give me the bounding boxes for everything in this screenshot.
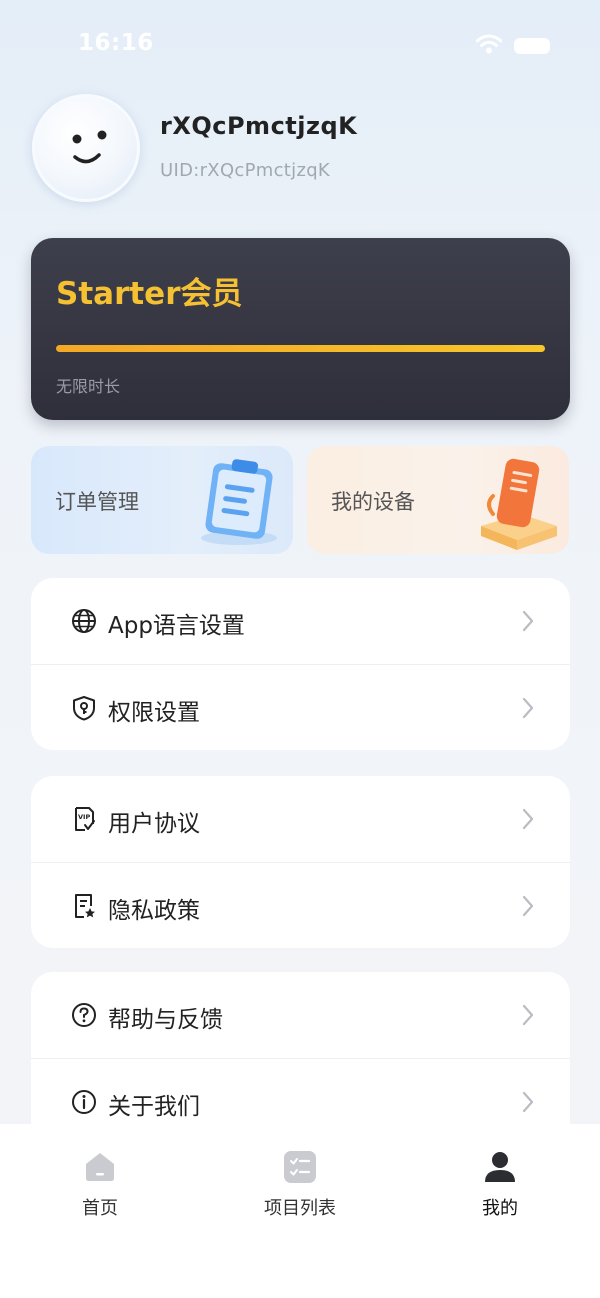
profile-header: rXQcPmctjzqK UID:rXQcPmctjzqK <box>32 94 572 204</box>
tab-project-list-label: 项目列表 <box>264 1198 336 1219</box>
help-feedback-label: 帮助与反馈 <box>108 1007 223 1033</box>
chevron-right-icon <box>522 895 534 921</box>
document-star-icon <box>71 893 97 919</box>
user-icon <box>440 1150 560 1184</box>
help-feedback-row[interactable]: 帮助与反馈 <box>31 972 570 1058</box>
home-icon <box>40 1150 160 1184</box>
language-settings-row[interactable]: App语言设置 <box>31 578 570 664</box>
settings-group: App语言设置 权限设置 <box>31 578 570 750</box>
clipboard-icon <box>195 452 285 552</box>
chevron-right-icon <box>522 610 534 636</box>
chevron-right-icon <box>522 1004 534 1030</box>
my-devices-card[interactable]: 我的设备 <box>307 446 569 554</box>
membership-progress-bar <box>56 345 545 352</box>
device-icon <box>471 452 561 554</box>
checklist-icon <box>240 1150 360 1184</box>
battery-icon <box>514 38 550 54</box>
user-uid: UID:rXQcPmctjzqK <box>160 160 331 181</box>
support-group: 帮助与反馈 关于我们 <box>31 972 570 1144</box>
tab-mine[interactable]: 我的 <box>440 1150 560 1220</box>
status-bar: 16:16 <box>0 0 600 90</box>
status-icons <box>475 34 550 58</box>
chevron-right-icon <box>522 697 534 723</box>
tab-home-label: 首页 <box>82 1198 118 1219</box>
vip-document-icon: VIP <box>71 806 97 832</box>
chevron-right-icon <box>522 1091 534 1117</box>
membership-title: Starter会员 <box>56 276 243 312</box>
tab-mine-label: 我的 <box>482 1198 518 1219</box>
question-circle-icon <box>71 1002 97 1028</box>
membership-duration: 无限时长 <box>56 377 121 396</box>
status-time: 16:16 <box>78 30 154 56</box>
legal-group: VIP 用户协议 隐私政策 <box>31 776 570 948</box>
wifi-icon <box>475 34 503 58</box>
shield-key-icon <box>71 695 97 721</box>
bottom-tab-bar: 首页 项目列表 我的 <box>0 1124 600 1298</box>
privacy-policy-label: 隐私政策 <box>108 898 200 924</box>
tab-project-list[interactable]: 项目列表 <box>240 1150 360 1220</box>
order-management-label: 订单管理 <box>55 490 139 514</box>
chevron-right-icon <box>522 808 534 834</box>
username: rXQcPmctjzqK <box>160 112 358 140</box>
membership-card[interactable]: Starter会员 无限时长 <box>31 238 570 420</box>
smiley-face-icon <box>72 130 107 164</box>
user-agreement-row[interactable]: VIP 用户协议 <box>31 776 570 862</box>
tab-home[interactable]: 首页 <box>40 1150 160 1220</box>
about-us-label: 关于我们 <box>108 1094 200 1120</box>
privacy-policy-row[interactable]: 隐私政策 <box>31 862 570 948</box>
svg-text:VIP: VIP <box>78 813 90 821</box>
permission-settings-row[interactable]: 权限设置 <box>31 664 570 750</box>
permission-settings-label: 权限设置 <box>108 700 200 726</box>
language-settings-label: App语言设置 <box>108 613 245 639</box>
my-devices-label: 我的设备 <box>331 490 415 514</box>
order-management-card[interactable]: 订单管理 <box>31 446 293 554</box>
info-circle-icon <box>71 1089 97 1115</box>
avatar[interactable] <box>32 94 140 202</box>
globe-icon <box>71 608 97 634</box>
user-agreement-label: 用户协议 <box>108 811 200 837</box>
